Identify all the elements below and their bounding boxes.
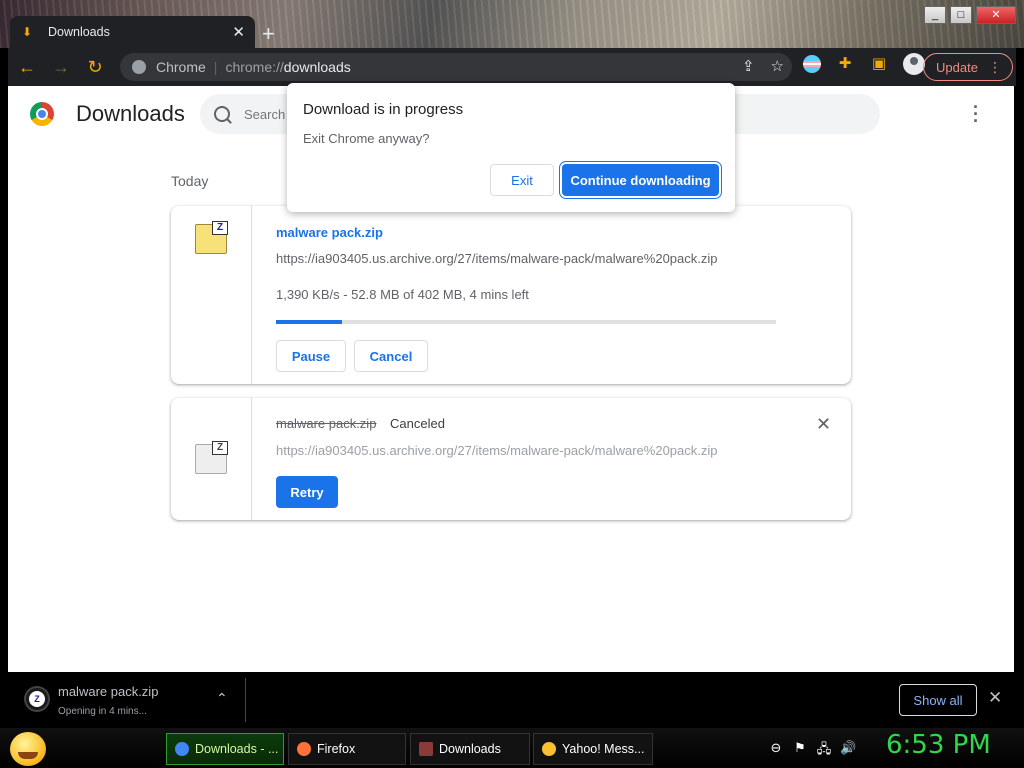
tray-network-icon[interactable]: 🖧 (816, 740, 832, 762)
tray-volume-icon[interactable]: 🔊 (840, 740, 856, 762)
screen: ⬇ Downloads ✕ + _ □ ✕ ← → ↻ Chrome | chr… (0, 0, 1024, 768)
omnibox-separator: | (213, 59, 218, 75)
chrome-site-icon (132, 60, 146, 74)
omnibox-scheme: Chrome (156, 59, 206, 75)
start-button-smiley-icon[interactable] (10, 732, 46, 766)
shelf-close-icon[interactable]: ✕ (988, 688, 1002, 708)
window-controls: _ □ ✕ (924, 6, 1016, 24)
folder-icon (419, 742, 433, 756)
task-label: Firefox (317, 742, 356, 756)
chrome-icon (175, 742, 189, 756)
task-label: Downloads - ... (195, 742, 279, 756)
taskbar: Downloads - ... Firefox Downloads Yahoo!… (0, 728, 1024, 768)
progress-text: 1,390 KB/s - 52.8 MB of 402 MB, 4 mins l… (276, 287, 529, 302)
shelf-divider (245, 678, 246, 722)
page-title: Downloads (76, 101, 185, 126)
file-name-link[interactable]: malware pack.zip (276, 225, 383, 240)
chrome-logo-icon (30, 102, 54, 126)
show-all-button[interactable]: Show all (899, 684, 977, 716)
title-bar: ⬇ Downloads ✕ + _ □ ✕ (0, 0, 1024, 48)
zip-badge: Z (212, 221, 228, 235)
more-actions-icon[interactable]: · · · (970, 98, 982, 130)
yahoo-messenger-icon (542, 742, 556, 756)
taskbar-item-yahoo-messenger[interactable]: Yahoo! Mess... (533, 733, 653, 765)
file-name-canceled: malware pack.zip (276, 416, 377, 431)
taskbar-item-firefox[interactable]: Firefox (288, 733, 406, 765)
zip-file-icon: Z (26, 688, 48, 710)
date-heading: Today (171, 173, 209, 189)
pause-button[interactable]: Pause (276, 340, 346, 372)
system-tray: ⊖ ⚑ 🖧 🔊 (768, 740, 857, 762)
chevron-up-icon[interactable]: ⌃ (216, 690, 228, 707)
close-window-button[interactable]: ✕ (976, 6, 1016, 24)
exit-confirm-dialog: Download is in progress Exit Chrome anyw… (287, 83, 735, 212)
omnibox-url-main: downloads (283, 59, 351, 75)
bookmark-star-icon[interactable]: ☆ (771, 57, 784, 75)
progress-bar (276, 320, 776, 324)
card-divider (251, 206, 252, 384)
maximize-button[interactable]: □ (950, 6, 972, 24)
new-tab-button[interactable]: + (262, 21, 275, 47)
toolbar-right-icons: ✚ ▣ (803, 53, 925, 75)
minimize-button[interactable]: _ (924, 6, 946, 24)
task-label: Yahoo! Mess... (562, 742, 645, 756)
taskbar-item-chrome[interactable]: Downloads - ... (166, 733, 284, 765)
dialog-message: Exit Chrome anyway? (303, 131, 430, 146)
task-label: Downloads (439, 742, 501, 756)
omnibox-actions: ⇪ ☆ (742, 57, 784, 75)
card-divider (251, 398, 252, 520)
tray-minus-icon[interactable]: ⊖ (768, 740, 784, 762)
back-button[interactable]: ← (12, 52, 42, 82)
tab-close-icon[interactable]: ✕ (232, 23, 245, 41)
update-button[interactable]: Update ⋮ (923, 53, 1013, 81)
update-label: Update (936, 59, 978, 75)
progress-fill (276, 320, 342, 324)
file-url[interactable]: https://ia903405.us.archive.org/27/items… (276, 443, 718, 458)
exit-button[interactable]: Exit (490, 164, 554, 196)
firefox-icon (297, 742, 311, 756)
continue-downloading-button[interactable]: Continue downloading (562, 164, 719, 196)
taskbar-item-downloads[interactable]: Downloads (410, 733, 530, 765)
remove-item-close-icon[interactable]: ✕ (816, 414, 831, 435)
profile-flag-icon[interactable] (803, 55, 821, 73)
forward-button[interactable]: → (46, 52, 76, 82)
reload-button[interactable]: ↻ (80, 52, 110, 82)
zip-file-icon: Z (195, 221, 228, 254)
shelf-file-name[interactable]: malware pack.zip (58, 684, 158, 699)
tab-title: Downloads (48, 25, 110, 39)
shelf-status: Opening in 4 mins... (58, 706, 147, 717)
zip-file-icon: Z (195, 441, 228, 474)
avatar[interactable] (903, 53, 925, 75)
share-icon[interactable]: ⇪ (742, 57, 755, 75)
cancel-button[interactable]: Cancel (354, 340, 428, 372)
address-bar[interactable]: Chrome | chrome:// downloads ⇪ ☆ (120, 53, 792, 81)
browser-toolbar: ← → ↻ Chrome | chrome:// downloads ⇪ ☆ ✚… (8, 48, 1016, 86)
download-shelf: Z malware pack.zip Opening in 4 mins... … (8, 672, 1016, 728)
clock[interactable]: 6:53 PM (886, 730, 991, 760)
retry-button[interactable]: Retry (276, 476, 338, 508)
dialog-title: Download is in progress (303, 101, 464, 118)
tray-flag-icon[interactable]: ⚑ (792, 740, 808, 762)
menu-dots-icon[interactable]: ⋮ (988, 59, 1002, 76)
tab-downloads[interactable]: ⬇ Downloads ✕ (10, 16, 255, 48)
side-panel-icon[interactable]: ▣ (869, 54, 889, 74)
download-icon: ⬇ (21, 25, 33, 39)
search-icon (214, 106, 230, 122)
zip-badge: Z (212, 441, 228, 455)
status-canceled: Canceled (390, 416, 445, 431)
download-item-canceled: Z malware pack.zip Canceled https://ia90… (171, 398, 851, 520)
download-item-in-progress: Z malware pack.zip https://ia903405.us.a… (171, 206, 851, 384)
extensions-puzzle-icon[interactable]: ✚ (835, 54, 855, 74)
omnibox-url-prefix: chrome:// (225, 59, 284, 75)
file-url[interactable]: https://ia903405.us.archive.org/27/items… (276, 251, 718, 266)
